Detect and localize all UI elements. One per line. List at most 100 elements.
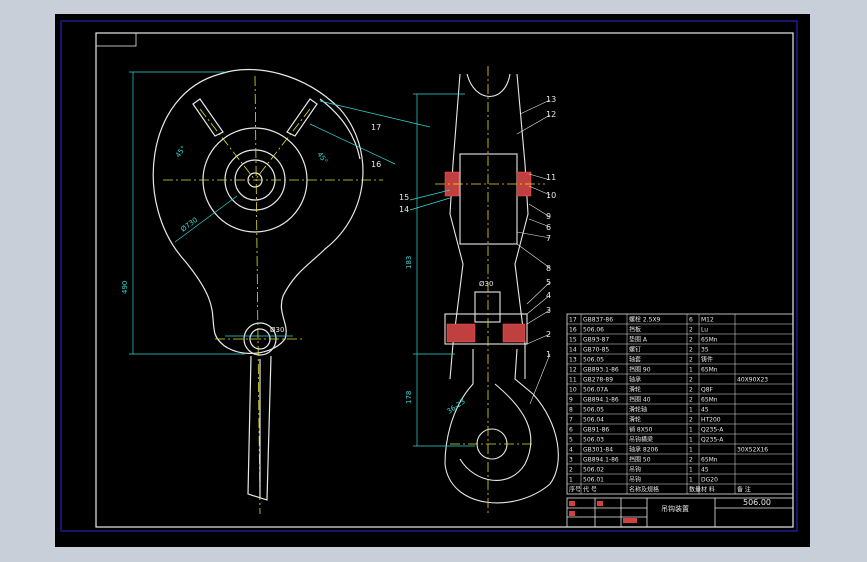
- bom-cell: 2: [689, 457, 693, 464]
- tb-marker-2: [569, 511, 575, 516]
- bom-cell: 轴承 8206: [629, 446, 658, 454]
- sheave-top: [466, 73, 511, 98]
- bom-cell: 滑轮轴: [629, 406, 647, 414]
- bom-cell: 吊钩横梁: [629, 436, 653, 444]
- bom-cell: 螺钉: [629, 346, 641, 354]
- bom-cell: 6: [569, 427, 573, 434]
- bom-cell: 12: [569, 367, 577, 374]
- bom-cell: 2: [569, 467, 573, 474]
- bom-cell: 65Mn: [701, 367, 718, 374]
- bom-cell: 挡圈 40: [629, 396, 651, 404]
- balloon-16: 16: [371, 160, 381, 169]
- bom-cell: 65Mn: [701, 457, 718, 464]
- bom-cell: Q235-A: [701, 437, 724, 444]
- dim-angle-1: 45°: [174, 144, 188, 159]
- bom-cell: 506.03: [583, 437, 604, 444]
- bom-header-cell: 代 号: [583, 486, 597, 494]
- side-centerlines: [435, 66, 545, 514]
- tb-marker-4: [623, 518, 637, 523]
- bom-cell: 滑轮: [629, 386, 641, 394]
- bom-cell: GB278-89: [583, 377, 613, 384]
- hatch-crosshead: [446, 323, 476, 343]
- bom-cell: 吊钩: [629, 466, 641, 474]
- balloon-9: 9: [546, 212, 551, 221]
- bom-cell: GB894.1-86: [583, 457, 619, 464]
- leader-14: [409, 197, 451, 211]
- outer-border: [60, 20, 798, 532]
- bolt-slot-left: [192, 98, 224, 137]
- balloon-2: 2: [546, 330, 551, 339]
- bom-cell: 2: [689, 397, 693, 404]
- bom-cell: 吊钩: [629, 476, 641, 484]
- bom-cell: 506.05: [583, 407, 604, 414]
- bom-cell: 2: [689, 377, 693, 384]
- bolt-slot-right: [286, 98, 318, 137]
- bom-cell: 45: [701, 467, 709, 474]
- balloon-15: 15: [399, 193, 409, 202]
- hatch-crosshead-r: [502, 323, 526, 343]
- drawing-canvas: 490 Ø730 45° 45° Ø30 17 16 183 178 Ø30 3…: [60, 20, 798, 532]
- bom-cell: 1: [569, 477, 573, 484]
- bom-cell: 挡圈 90: [629, 366, 651, 374]
- side-view: [444, 73, 559, 504]
- bom-cell: 65Mn: [701, 397, 718, 404]
- cad-viewport: 490 Ø730 45° 45° Ø30 17 16 183 178 Ø30 3…: [55, 14, 810, 547]
- bom-cell: 506.01: [583, 477, 604, 484]
- balloon-8: 8: [546, 264, 551, 273]
- bom-cell: GB893.1-86: [583, 367, 619, 374]
- tb-marker-1: [569, 501, 575, 506]
- bom-cell: 挡板: [629, 326, 641, 334]
- bom-cell: 1: [689, 427, 693, 434]
- bom-cell: 13: [569, 357, 577, 364]
- bom-cell: 1: [689, 467, 693, 474]
- guard-arc: [319, 98, 361, 160]
- bom-cell: 5: [569, 437, 573, 444]
- dim-d30-pin: Ø30: [270, 326, 284, 334]
- bom-cell: 轴套: [629, 356, 641, 364]
- bom-cell: 7: [569, 417, 573, 424]
- bom-cell: 506.06: [583, 327, 604, 334]
- bom-cell: 16: [569, 327, 577, 334]
- bom-cell: 40X90X23: [737, 377, 768, 384]
- bom-header-cell: 备 注: [737, 486, 751, 494]
- balloon-6: 6: [546, 223, 551, 232]
- balloon-12: 12: [546, 110, 556, 119]
- bom-cell: 35: [701, 347, 709, 354]
- bom-cell: 1: [689, 407, 693, 414]
- balloon-7: 7: [546, 234, 551, 243]
- bom-cell: HT200: [701, 417, 721, 424]
- corner-label-box: [95, 32, 137, 47]
- bom-cell: 2: [689, 327, 693, 334]
- bom-cell: 垫圈 A: [629, 336, 648, 344]
- bom-cell: 506.05: [583, 357, 604, 364]
- leader-15: [409, 189, 451, 201]
- balloon-5: 5: [546, 278, 551, 287]
- bom-table: 17 GB837-86 螺栓 2.5X9 6 M1216 506.06 挡板 2 Lu15 GB9…: [566, 313, 794, 495]
- bom-cell: 2: [689, 357, 693, 364]
- balloon-14: 14: [399, 205, 409, 214]
- bom-cell: 1: [689, 367, 693, 374]
- bom-cell: 506.07A: [583, 387, 609, 394]
- balloon-10: 10: [546, 191, 556, 200]
- bom-cell: 11: [569, 377, 577, 384]
- bom-cell: 17: [569, 317, 577, 324]
- balloon-11: 11: [546, 173, 556, 182]
- bom-cell: 2: [689, 347, 693, 354]
- hook-inner: [459, 383, 532, 481]
- bom-header-cell: 数量: [689, 486, 701, 494]
- bom-cell: 轴承: [629, 376, 641, 384]
- leader-1: [529, 353, 551, 405]
- bom-cell: GB837-86: [583, 317, 613, 324]
- bom-cell: 2: [689, 337, 693, 344]
- side-plate-outline: [152, 68, 364, 354]
- bom-header-cell: 序号: [569, 486, 581, 494]
- bom-cell: GB93-87: [583, 337, 609, 344]
- bom-cell: 2: [689, 387, 693, 394]
- bom-cell: 6: [689, 317, 693, 324]
- bom-cell: GB301-84: [583, 447, 613, 454]
- bom-cell: 销 8X50: [629, 426, 653, 434]
- bom-cell: 506.04: [583, 417, 604, 424]
- bom-cell: DG20: [701, 477, 718, 484]
- balloon-13: 13: [546, 95, 556, 104]
- dim-178: 178: [405, 391, 413, 404]
